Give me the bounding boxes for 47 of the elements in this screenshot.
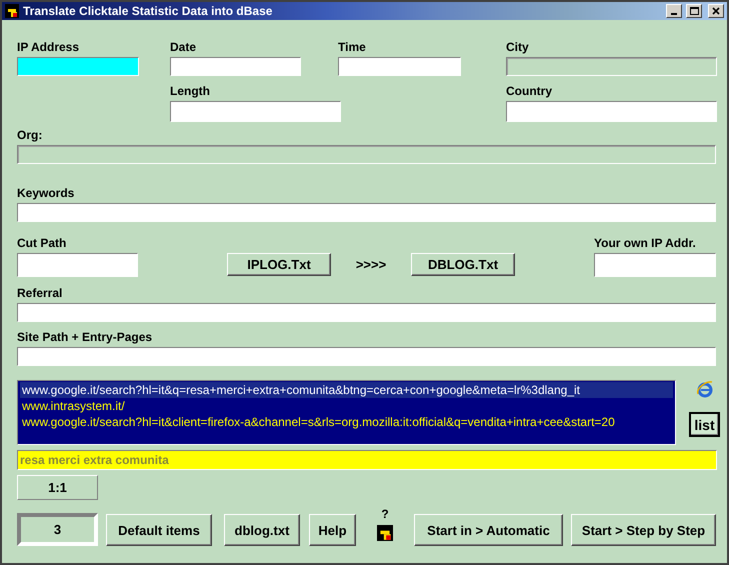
field-label: Org:	[17, 128, 42, 143]
field-label: Site Path + Entry-Pages	[17, 330, 152, 345]
history-list[interactable]	[17, 380, 676, 445]
field-label: Your own IP Addr.	[594, 236, 696, 251]
field-label: Time	[338, 40, 366, 55]
question-mark: ?	[381, 507, 389, 521]
dblog-button[interactable]: DBLOG.Txt	[411, 253, 515, 276]
list-item[interactable]: www.intrasystem.it/	[20, 398, 673, 414]
iplog-button[interactable]: IPLOG.Txt	[227, 253, 331, 276]
input-field[interactable]	[594, 253, 716, 277]
field-label: Referral	[17, 286, 62, 301]
field-label: Date	[170, 40, 196, 55]
close-button[interactable]	[708, 4, 724, 18]
input-field[interactable]	[17, 57, 139, 76]
default-items-button[interactable]: Default items	[106, 514, 212, 546]
input-field[interactable]	[170, 101, 341, 122]
input-field[interactable]	[170, 57, 301, 76]
field-label: Country	[506, 84, 552, 99]
counter-field[interactable]: 3	[17, 513, 98, 546]
input-field[interactable]	[17, 347, 716, 366]
input-field[interactable]	[17, 303, 716, 322]
field-label: Keywords	[17, 186, 74, 201]
list-item[interactable]: www.google.it/search?hl=it&client=firefox-a&channel=s&rls=org.mozilla:it:official&q=vendita+intra+cee&start=20	[20, 414, 673, 430]
start-automatic-button[interactable]: Start in > Automatic	[414, 514, 563, 546]
arrow-text: >>>>	[356, 257, 386, 272]
close-icon	[712, 7, 720, 15]
input-field[interactable]	[17, 253, 138, 277]
minimize-button[interactable]	[666, 4, 682, 18]
help-button[interactable]: Help	[309, 514, 356, 546]
browser-icon[interactable]	[696, 380, 714, 398]
maximize-button[interactable]	[686, 4, 702, 18]
field-label: City	[506, 40, 529, 55]
field-label: Length	[170, 84, 210, 99]
start-step-button[interactable]: Start > Step by Step	[571, 514, 716, 546]
dblog-txt-button[interactable]: dblog.txt	[224, 514, 300, 546]
list-button[interactable]: list	[689, 412, 720, 437]
field-label: Cut Path	[17, 236, 66, 251]
window-title: Translate Clicktale Statistic Data into dBase	[23, 4, 274, 18]
input-field[interactable]	[338, 57, 461, 76]
field-label: IP Address	[17, 40, 80, 55]
input-field[interactable]	[17, 203, 716, 222]
ratio-display: 1:1	[17, 475, 98, 500]
app-icon	[5, 4, 19, 18]
app-icon[interactable]	[377, 525, 393, 541]
list-item[interactable]: www.google.it/search?hl=it&q=resa+merci+extra+comunita&btng=cerca+con+google&meta=lr%3dlang_it	[20, 382, 673, 398]
input-field[interactable]	[506, 101, 717, 122]
maximize-icon	[690, 7, 698, 15]
